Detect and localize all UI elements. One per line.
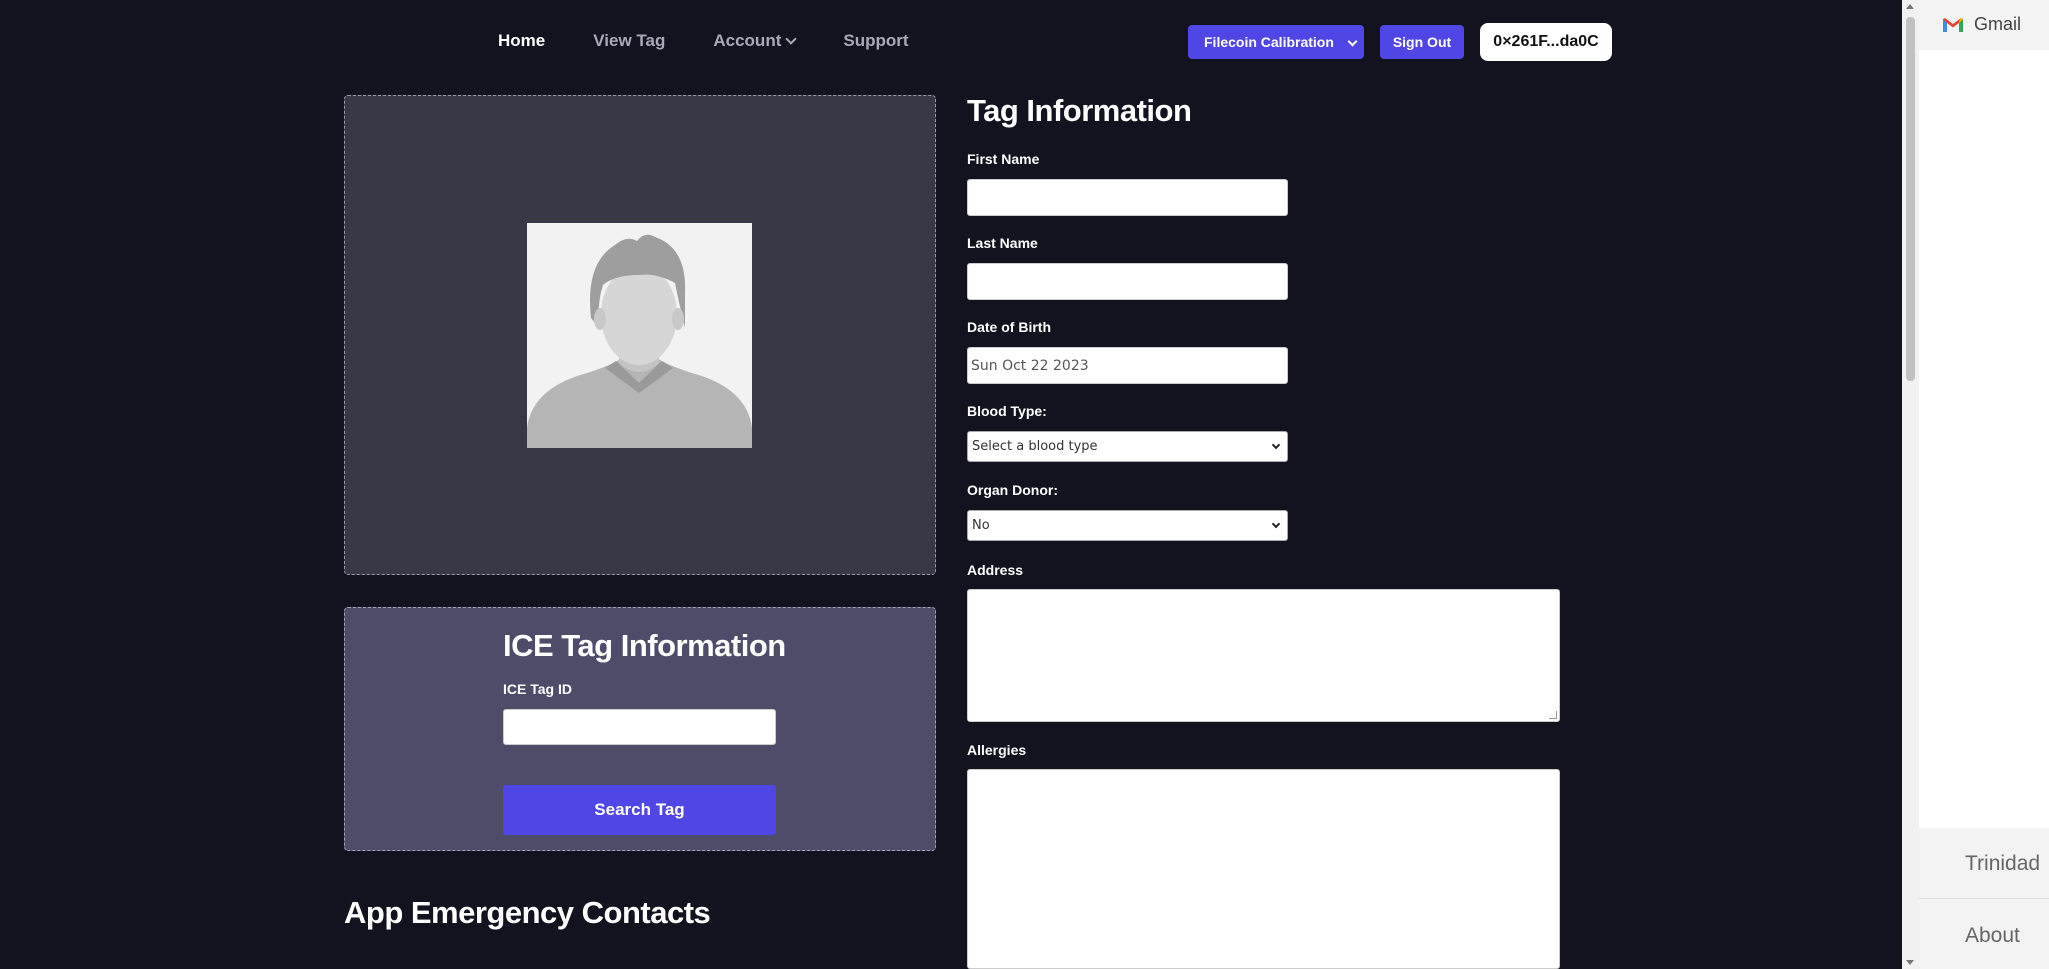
blood-type-value: Select a blood type	[972, 439, 1098, 454]
ice-tag-title: ICE Tag Information	[503, 628, 786, 663]
side-panel-header: Gmail	[1919, 0, 2049, 50]
side-panel: Gmail Trinidad About	[1919, 0, 2049, 969]
network-select[interactable]: Filecoin Calibration	[1188, 25, 1364, 59]
side-panel-content	[1919, 50, 2049, 828]
ice-tag-id-label: ICE Tag ID	[503, 681, 572, 697]
side-about-link[interactable]: About	[1965, 924, 2020, 948]
resize-handle-icon[interactable]	[1549, 711, 1557, 719]
dob-input[interactable]: Sun Oct 22 2023	[967, 347, 1288, 384]
scrollbar-thumb[interactable]	[1906, 17, 1915, 381]
allergies-label: Allergies	[967, 742, 1027, 758]
photo-dropzone[interactable]	[344, 95, 936, 575]
search-tag-button[interactable]: Search Tag	[503, 785, 776, 835]
chevron-down-icon	[1271, 440, 1281, 450]
allergies-textarea[interactable]	[967, 769, 1560, 969]
top-nav: Home View Tag Account Support	[498, 31, 909, 51]
organ-donor-label: Organ Donor:	[967, 482, 1058, 498]
gmail-icon	[1942, 17, 1964, 33]
dob-label: Date of Birth	[967, 319, 1051, 335]
first-name-input[interactable]	[967, 179, 1288, 216]
side-location-text: Trinidad	[1965, 852, 2041, 875]
last-name-input[interactable]	[967, 263, 1288, 300]
chevron-down-icon	[1271, 519, 1281, 529]
first-name-label: First Name	[967, 151, 1040, 167]
organ-donor-value: No	[972, 518, 990, 533]
address-textarea[interactable]	[967, 589, 1560, 722]
gmail-label: Gmail	[1974, 14, 2022, 34]
ice-tag-panel: ICE Tag Information ICE Tag ID Search Ta…	[344, 607, 936, 851]
nav-support-label: Support	[843, 31, 909, 50]
sign-out-button[interactable]: Sign Out	[1380, 25, 1464, 59]
wallet-address-button[interactable]: 0×261F...da0C	[1480, 23, 1612, 61]
nav-account[interactable]: Account	[713, 31, 798, 51]
app-main: Home View Tag Account Support Filecoin C…	[0, 0, 1902, 969]
nav-view-tag-label: View Tag	[593, 31, 666, 50]
nav-home[interactable]: Home	[498, 31, 545, 51]
page-scrollbar[interactable]	[1902, 0, 1919, 969]
scroll-up-icon[interactable]	[1906, 4, 1914, 9]
nav-account-label: Account	[713, 31, 782, 50]
emergency-contacts-title: App Emergency Contacts	[344, 895, 711, 930]
ice-tag-id-input[interactable]	[503, 709, 776, 745]
nav-view-tag[interactable]: View Tag	[593, 31, 665, 51]
organ-donor-select[interactable]: No	[967, 510, 1288, 541]
blood-type-select[interactable]: Select a blood type	[967, 431, 1288, 462]
last-name-label: Last Name	[967, 235, 1038, 251]
scroll-down-icon[interactable]	[1906, 960, 1914, 965]
chevron-down-icon	[785, 32, 798, 45]
tag-information-title: Tag Information	[967, 93, 1192, 128]
avatar-placeholder-icon	[527, 223, 752, 448]
blood-type-label: Blood Type:	[967, 403, 1047, 419]
chevron-down-icon	[1347, 36, 1358, 47]
address-label: Address	[967, 562, 1024, 578]
side-divider	[1919, 898, 2049, 899]
network-select-label: Filecoin Calibration	[1204, 34, 1334, 50]
gmail-link[interactable]: Gmail	[1942, 14, 2021, 35]
nav-support[interactable]: Support	[843, 31, 908, 51]
nav-home-label: Home	[498, 31, 546, 50]
